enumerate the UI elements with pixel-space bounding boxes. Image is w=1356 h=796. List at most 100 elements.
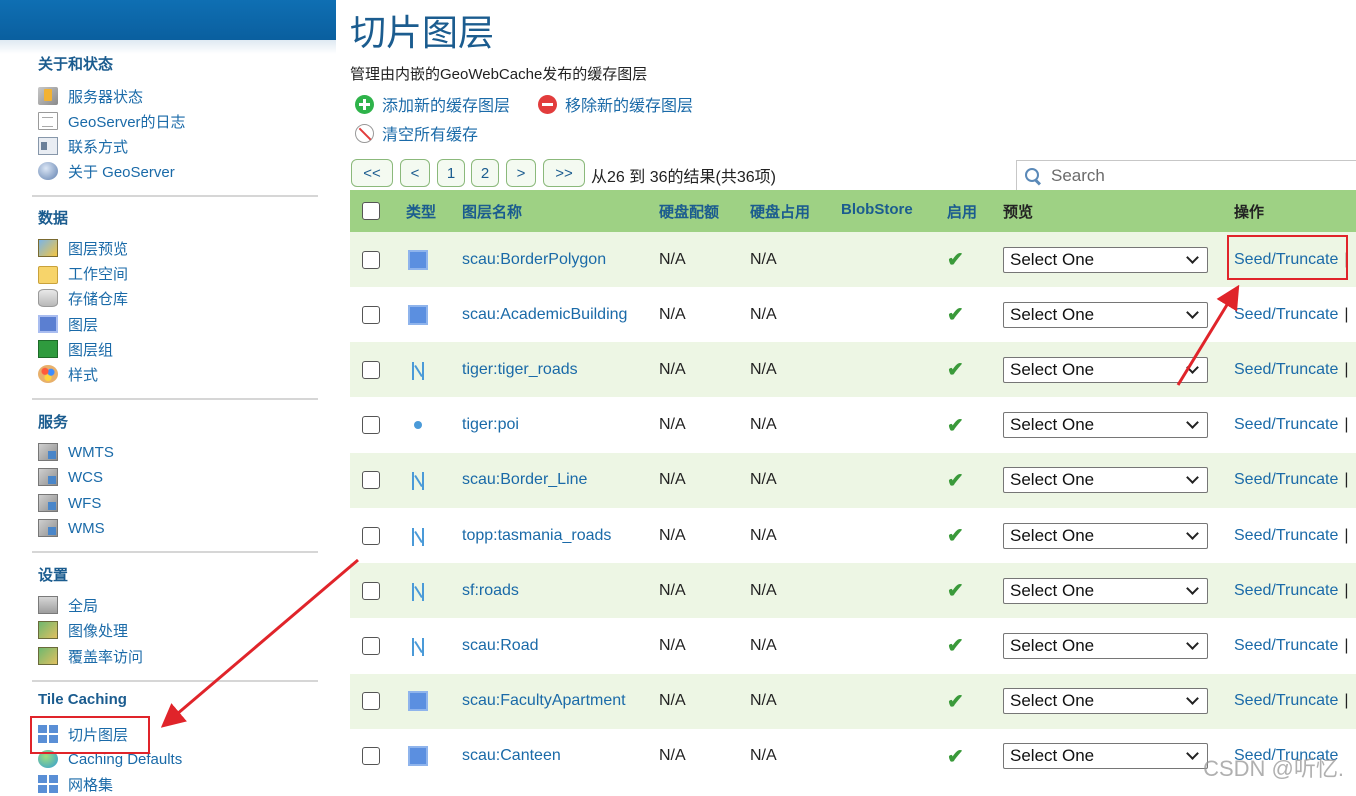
sidebar-item-coverage-access[interactable]: 覆盖率访问 <box>38 644 143 668</box>
sidebar-item-server-status[interactable]: 服务器状态 <box>38 84 143 108</box>
row-checkbox[interactable] <box>362 692 380 711</box>
sidebar-item-about-geoserver[interactable]: 关于 GeoServer <box>38 159 175 183</box>
sidebar-item-gridsets[interactable]: 网格集 <box>38 772 113 796</box>
remove-icon <box>538 94 557 114</box>
column-header-disk-usage[interactable]: 硬盘占用 <box>750 201 810 222</box>
preview-select[interactable]: Select One <box>1003 246 1208 273</box>
search-input[interactable] <box>1049 165 1349 187</box>
layer-name-link[interactable]: scau:Canteen <box>462 747 561 765</box>
column-header-name[interactable]: 图层名称 <box>462 201 522 222</box>
preview-select[interactable]: Select One <box>1003 577 1208 604</box>
polygon-layer-icon <box>408 304 428 325</box>
remove-cached-layer-link[interactable]: 移除新的缓存图层 <box>538 92 693 116</box>
preview-select[interactable]: Select One <box>1003 467 1208 494</box>
preview-select[interactable]: Select One <box>1003 301 1208 328</box>
sidebar-item-geoserver-log[interactable]: GeoServer的日志 <box>38 109 186 133</box>
row-checkbox[interactable] <box>362 581 380 600</box>
seed-truncate-link[interactable]: Seed/Truncate <box>1234 692 1338 710</box>
sidebar-item-global[interactable]: 全局 <box>38 593 98 617</box>
contact-card-icon <box>38 137 58 155</box>
layer-name-link[interactable]: tiger:poi <box>462 416 519 434</box>
sidebar-item-layer-preview[interactable]: 图层预览 <box>38 236 128 260</box>
chevron-down-icon <box>1186 250 1199 264</box>
service-icon <box>38 494 58 512</box>
row-checkbox[interactable] <box>362 526 380 545</box>
layer-name-link[interactable]: scau:Border_Line <box>462 471 587 489</box>
pager-first-button[interactable]: << <box>351 159 393 187</box>
sidebar-item-styles[interactable]: 样式 <box>38 362 98 386</box>
line-layer-icon <box>408 360 428 380</box>
layer-name-link[interactable]: scau:BorderPolygon <box>462 251 606 269</box>
pager-last-button[interactable]: >> <box>543 159 585 187</box>
column-header-type[interactable]: 类型 <box>406 201 436 222</box>
row-checkbox[interactable] <box>362 636 380 655</box>
sidebar-item-layers[interactable]: 图层 <box>38 312 98 336</box>
watermark: CSDN @听忆. <box>1203 756 1344 781</box>
sidebar-item-wcs[interactable]: WCS <box>38 465 103 489</box>
enabled-check-icon: ✔ <box>947 635 964 658</box>
row-checkbox[interactable] <box>362 416 380 435</box>
seed-truncate-link[interactable]: Seed/Truncate <box>1234 527 1338 545</box>
row-checkbox[interactable] <box>362 305 380 324</box>
layer-name-link[interactable]: scau:Road <box>462 637 539 655</box>
table-row: tiger:poi N/A N/A ✔ Select One Seed/Truncate | <box>350 398 1356 453</box>
add-icon <box>355 94 374 114</box>
preview-select[interactable]: Select One <box>1003 356 1208 383</box>
disk-usage-value: N/A <box>750 581 777 599</box>
select-all-checkbox[interactable] <box>362 202 380 220</box>
disk-usage-value: N/A <box>750 471 777 489</box>
preview-select[interactable]: Select One <box>1003 688 1208 715</box>
add-cached-layer-link[interactable]: 添加新的缓存图层 <box>355 92 510 116</box>
layer-name-link[interactable]: scau:FacultyApartment <box>462 692 626 710</box>
seed-truncate-link[interactable]: Seed/Truncate <box>1234 471 1338 489</box>
column-header-blobstore[interactable]: BlobStore <box>841 201 913 218</box>
clear-all-cache-link[interactable]: 清空所有缓存 <box>355 121 478 145</box>
preview-select[interactable]: Select One <box>1003 522 1208 549</box>
layer-icon <box>38 315 58 333</box>
pager-page-2-button[interactable]: 2 <box>471 159 499 187</box>
sidebar-item-workspaces[interactable]: 工作空间 <box>38 261 128 285</box>
annotation-box-tile-layers <box>30 716 150 754</box>
pager-page-1-button[interactable]: 1 <box>437 159 465 187</box>
server-status-icon <box>38 87 58 105</box>
pager-prev-button[interactable]: < <box>400 159 430 187</box>
preview-select[interactable]: Select One <box>1003 743 1208 770</box>
pager-next-button[interactable]: > <box>506 159 536 187</box>
clear-cache-icon <box>355 123 374 143</box>
seed-truncate-link[interactable]: Seed/Truncate <box>1234 582 1338 600</box>
layer-name-link[interactable]: sf:roads <box>462 582 519 600</box>
chevron-down-icon <box>1186 361 1199 374</box>
preview-select[interactable]: Select One <box>1003 412 1208 439</box>
table-row: tiger:tiger_roads N/A N/A ✔ Select One Seed/T… <box>350 342 1356 398</box>
seed-truncate-link[interactable]: Seed/Truncate <box>1234 416 1338 434</box>
gridset-icon <box>38 775 58 793</box>
seed-truncate-link[interactable]: Seed/Truncate <box>1234 361 1338 379</box>
sidebar-item-wfs[interactable]: WFS <box>38 491 101 515</box>
sidebar-item-wmts[interactable]: WMTS <box>38 440 114 464</box>
row-checkbox[interactable] <box>362 360 380 379</box>
search-box[interactable] <box>1016 160 1356 192</box>
column-header-enabled[interactable]: 启用 <box>947 201 977 222</box>
sidebar: 关于和状态 服务器状态 GeoServer的日志 联系方式 关于 GeoServ… <box>0 0 336 794</box>
column-header-disk-quota[interactable]: 硬盘配额 <box>659 201 719 222</box>
seed-truncate-link[interactable]: Seed/Truncate <box>1234 637 1338 655</box>
sidebar-item-contact[interactable]: 联系方式 <box>38 134 128 158</box>
row-checkbox[interactable] <box>362 747 380 766</box>
row-checkbox[interactable] <box>362 471 380 490</box>
layer-name-link[interactable]: scau:AcademicBuilding <box>462 306 627 324</box>
row-checkbox[interactable] <box>362 250 380 269</box>
disk-usage-value: N/A <box>750 416 777 434</box>
preview-select[interactable]: Select One <box>1003 632 1208 659</box>
sidebar-item-image-processing[interactable]: 图像处理 <box>38 618 128 642</box>
sidebar-item-wms[interactable]: WMS <box>38 516 105 540</box>
layer-name-link[interactable]: tiger:tiger_roads <box>462 361 578 379</box>
action-separator: | <box>1344 305 1349 323</box>
layer-name-link[interactable]: topp:tasmania_roads <box>462 527 611 545</box>
table-row: scau:Border_Line N/A N/A ✔ Select One Seed/Tr… <box>350 452 1356 508</box>
disk-usage-value: N/A <box>750 305 777 323</box>
seed-truncate-link[interactable]: Seed/Truncate <box>1234 306 1338 324</box>
sidebar-item-stores[interactable]: 存储仓库 <box>38 286 128 310</box>
section-title-data: 数据 <box>38 210 69 227</box>
sidebar-item-layer-groups[interactable]: 图层组 <box>38 337 113 361</box>
chevron-down-icon <box>1186 581 1199 595</box>
